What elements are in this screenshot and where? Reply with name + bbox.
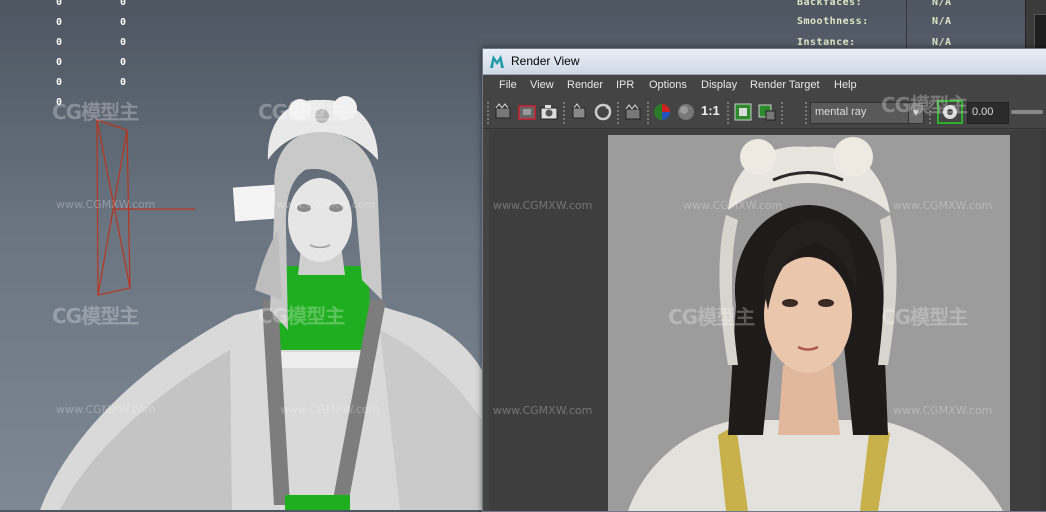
menu-ipr[interactable]: IPR bbox=[616, 79, 634, 91]
refresh-icon[interactable] bbox=[593, 102, 613, 122]
watermark-logo: CG模型主 bbox=[52, 100, 139, 124]
hud-label: Backfaces: bbox=[797, 0, 863, 8]
watermark-url: www.CGMXW.com bbox=[683, 199, 783, 212]
menu-options[interactable]: Options bbox=[649, 79, 687, 91]
render-view-titlebar[interactable]: Render View bbox=[483, 49, 1046, 75]
redo-render-icon[interactable] bbox=[493, 102, 513, 122]
menu-file[interactable]: File bbox=[499, 79, 517, 91]
toolbar-separator bbox=[617, 102, 619, 124]
real-size-button[interactable]: 1:1 bbox=[701, 103, 720, 118]
toolbar-separator bbox=[487, 102, 489, 124]
watermark-logo: CG模型主 bbox=[668, 305, 755, 329]
hud-value: N/A bbox=[932, 16, 952, 27]
watermark-logo: CG模型主 bbox=[881, 93, 968, 117]
watermark-url: www.CGMXW.com bbox=[893, 404, 993, 417]
watermark-logo: CG模型主 bbox=[258, 304, 345, 328]
viewport-scene[interactable] bbox=[0, 0, 482, 510]
render-view-scrollbar[interactable] bbox=[1041, 130, 1046, 511]
watermark-url: www.CGMXW.com bbox=[493, 199, 593, 212]
hud-value: N/A bbox=[932, 37, 952, 48]
exposure-value: 0.00 bbox=[972, 106, 994, 118]
toolbar-separator bbox=[563, 102, 565, 124]
toolbar-separator bbox=[781, 102, 783, 124]
watermark-url: www.CGMXW.com bbox=[56, 403, 156, 416]
toolbar-separator bbox=[805, 102, 807, 124]
keep-image-icon[interactable] bbox=[733, 102, 753, 122]
menu-render-target[interactable]: Render Target bbox=[750, 79, 820, 91]
watermark-url: www.CGMXW.com bbox=[280, 403, 380, 416]
watermark-url: www.CGMXW.com bbox=[56, 198, 156, 211]
renderer-value: mental ray bbox=[815, 106, 867, 118]
maya-app-icon bbox=[490, 55, 504, 68]
menu-display[interactable]: Display bbox=[701, 79, 737, 91]
hud-label: Instance: bbox=[797, 37, 856, 48]
watermark-url: www.CGMXW.com bbox=[276, 198, 376, 211]
image-plane[interactable] bbox=[232, 184, 280, 222]
watermark-url: www.CGMXW.com bbox=[493, 404, 593, 417]
remove-image-icon[interactable] bbox=[757, 102, 777, 122]
watermark-logo: CG模型主 bbox=[881, 305, 968, 329]
window-title: Render View bbox=[511, 54, 580, 68]
hud-label: Smoothness: bbox=[797, 16, 869, 27]
menu-render[interactable]: Render bbox=[567, 79, 603, 91]
render-view-window[interactable]: Render View File View Render IPR Options… bbox=[482, 48, 1046, 512]
exposure-slider[interactable] bbox=[1011, 110, 1043, 114]
watermark-logo: CG模型主 bbox=[52, 304, 139, 328]
ipr-render-icon[interactable] bbox=[569, 102, 589, 122]
toolbar-separator bbox=[647, 102, 649, 124]
render-settings-icon[interactable] bbox=[623, 102, 643, 122]
watermark-logo: CG模型主 bbox=[258, 100, 345, 124]
menu-help[interactable]: Help bbox=[834, 79, 857, 91]
hud-value: N/A bbox=[932, 0, 952, 8]
alpha-channel-icon[interactable] bbox=[676, 102, 696, 122]
menu-view[interactable]: View bbox=[530, 79, 554, 91]
toolbar-separator bbox=[727, 102, 729, 124]
exposure-input[interactable]: 0.00 bbox=[967, 102, 1009, 124]
watermark-url: www.CGMXW.com bbox=[893, 199, 993, 212]
render-region-icon[interactable] bbox=[517, 102, 537, 122]
rgb-channels-icon[interactable] bbox=[652, 102, 672, 122]
snapshot-camera-icon[interactable] bbox=[539, 102, 559, 122]
